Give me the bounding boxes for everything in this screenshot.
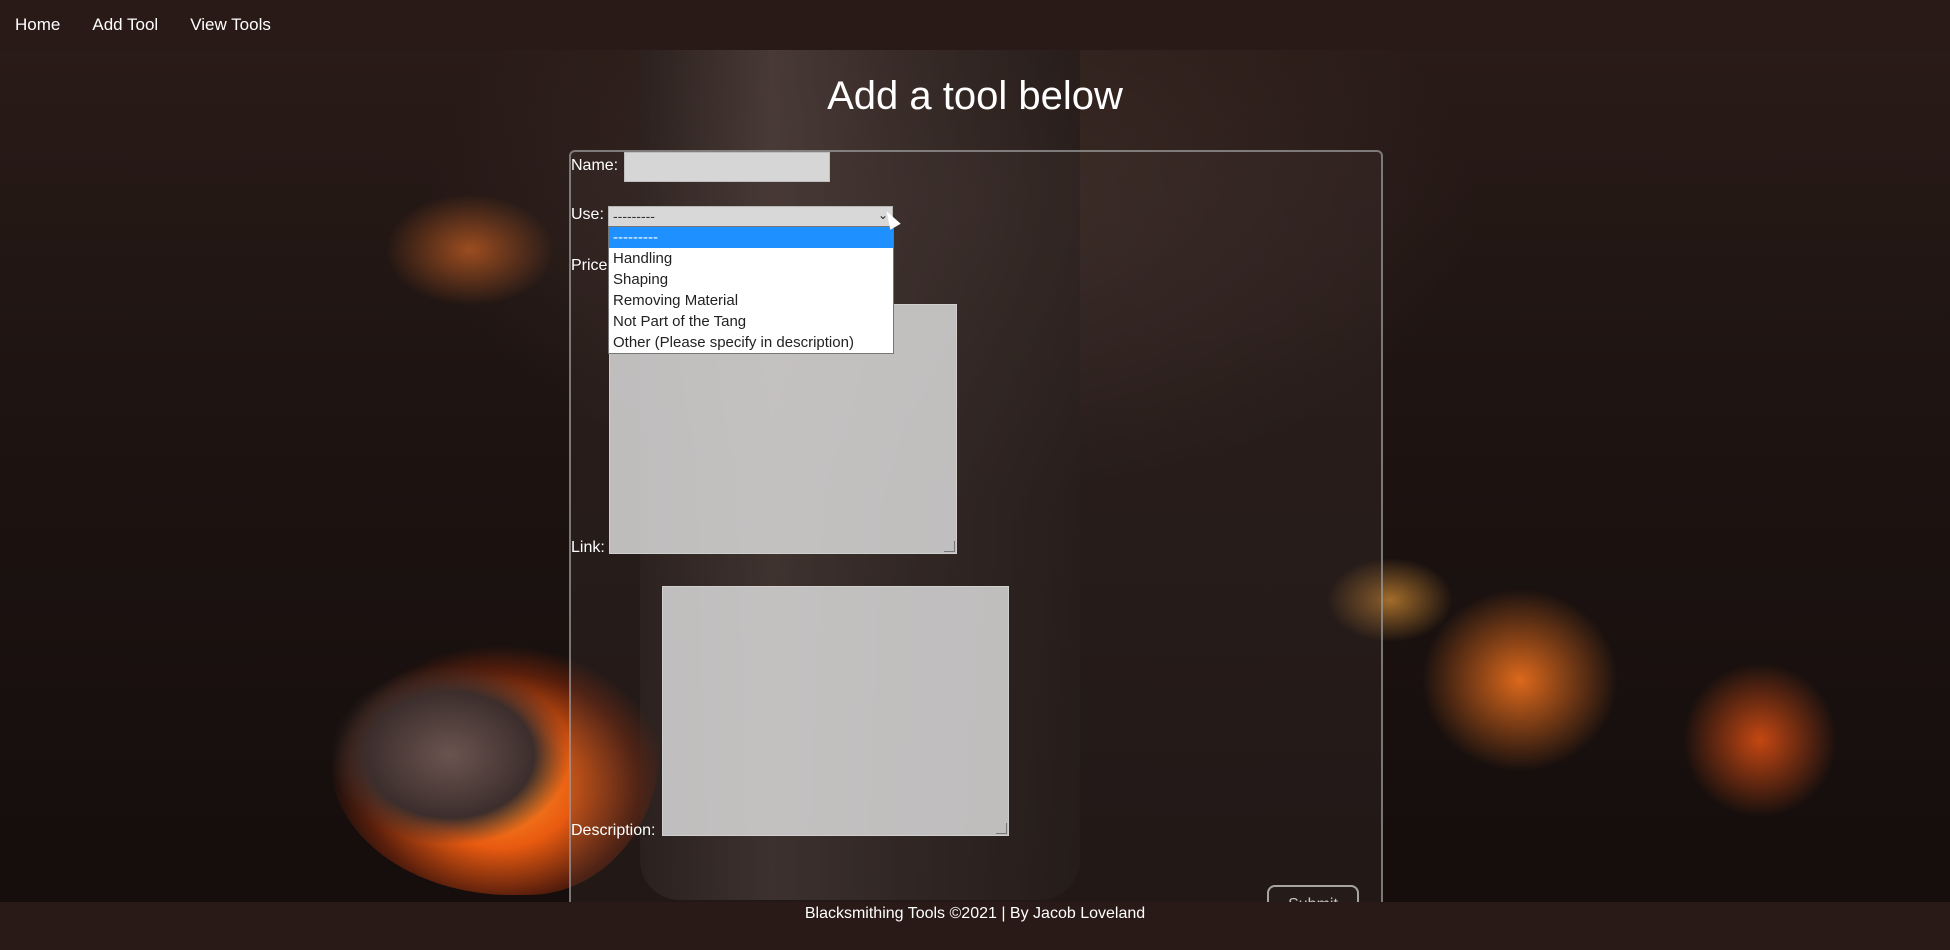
use-select[interactable]: --------- ⌄	[608, 206, 893, 227]
nav-home-link[interactable]: Home	[15, 15, 60, 35]
resize-grip-icon[interactable]	[944, 541, 955, 552]
use-label: Use:	[571, 206, 604, 223]
use-select-value: ---------	[613, 208, 655, 224]
nav-view-tools-link[interactable]: View Tools	[190, 15, 271, 35]
dropdown-option-other[interactable]: Other (Please specify in description)	[609, 332, 893, 353]
page-title: Add a tool below	[827, 74, 1123, 118]
dropdown-option-not-part-of-tang[interactable]: Not Part of the Tang	[609, 311, 893, 332]
dropdown-option-removing-material[interactable]: Removing Material	[609, 290, 893, 311]
dropdown-option-handling[interactable]: Handling	[609, 248, 893, 269]
dropdown-option-placeholder[interactable]: ---------	[609, 227, 893, 248]
price-label: Price	[571, 257, 608, 274]
dropdown-option-shaping[interactable]: Shaping	[609, 269, 893, 290]
use-dropdown-list: --------- Handling Shaping Removing Mate…	[608, 226, 894, 354]
top-navbar: Home Add Tool View Tools	[0, 0, 1950, 50]
nav-add-tool-link[interactable]: Add Tool	[92, 15, 158, 35]
name-label: Name:	[571, 157, 619, 174]
description-label: Description:	[571, 822, 656, 839]
link-label: Link:	[571, 539, 605, 556]
resize-grip-icon[interactable]	[996, 823, 1007, 834]
description-textarea[interactable]	[662, 586, 1009, 836]
footer-text: Blacksmithing Tools ©2021 | By Jacob Lov…	[804, 905, 1146, 922]
name-input[interactable]	[624, 152, 830, 182]
